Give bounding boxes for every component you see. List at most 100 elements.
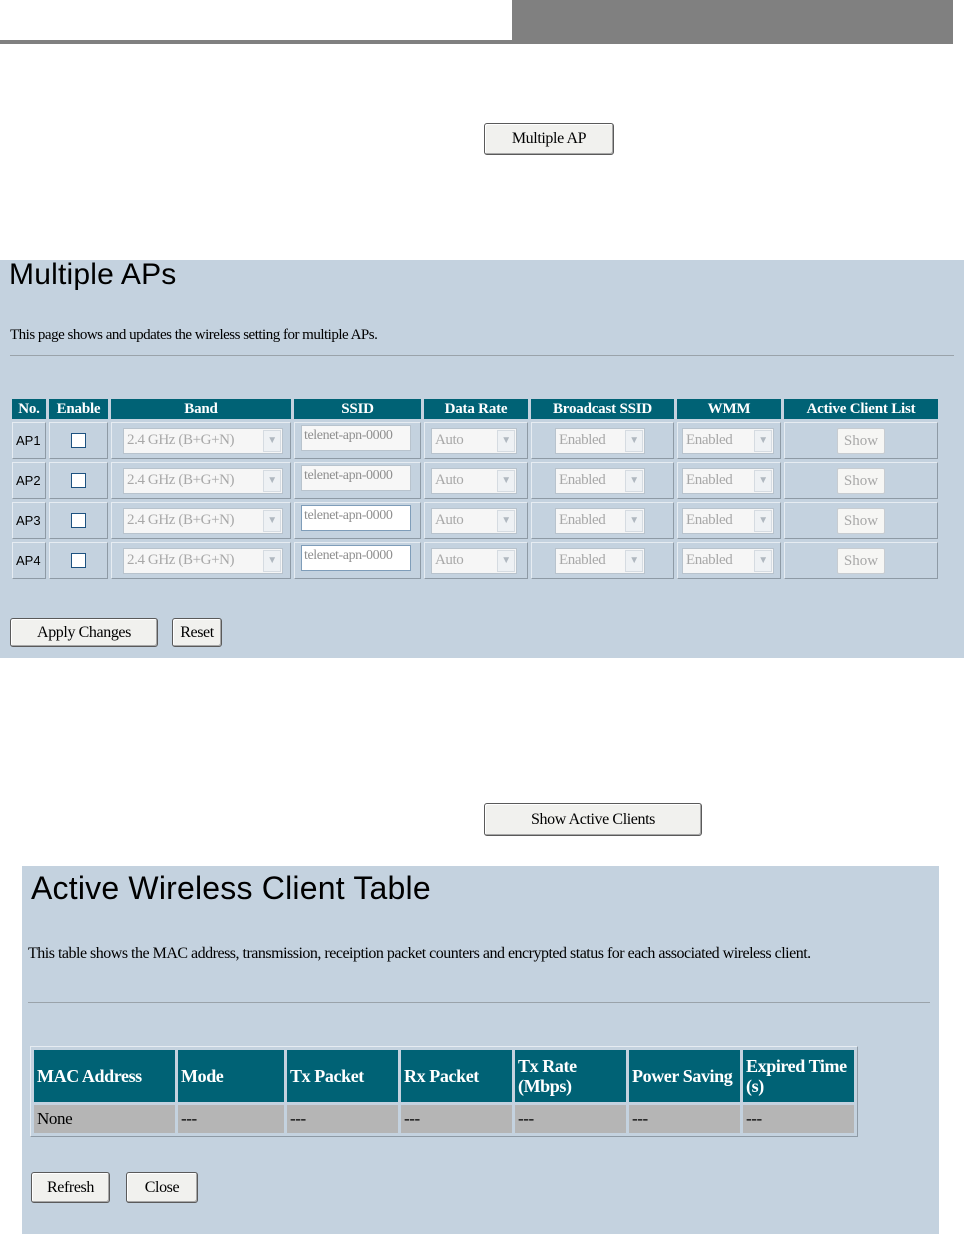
col-broadcast-ssid: Broadcast SSID bbox=[531, 399, 674, 419]
wmm-value: Enabled bbox=[686, 472, 733, 488]
chevron-down-icon: ▼ bbox=[497, 469, 515, 492]
enable-cell bbox=[49, 422, 108, 459]
ap-number: AP1 bbox=[12, 422, 46, 459]
active-client-panel: Active Wireless Client Table This table … bbox=[22, 866, 939, 1234]
page-description: This page shows and updates the wireless… bbox=[10, 327, 378, 343]
client-table-title: Active Wireless Client Table bbox=[31, 870, 431, 906]
client-table-header-row: MAC Address Mode Tx Packet Rx Packet Tx … bbox=[34, 1050, 854, 1102]
ssid-cell: telenet-apn-0000 bbox=[294, 422, 421, 459]
chevron-down-icon: ▼ bbox=[625, 429, 643, 452]
chevron-down-icon: ▼ bbox=[754, 469, 772, 492]
data-rate-cell: Auto ▼ bbox=[424, 422, 528, 459]
wmm-cell: Enabled ▼ bbox=[677, 542, 781, 579]
chevron-down-icon: ▼ bbox=[263, 549, 281, 572]
col-power-saving: Power Saving bbox=[629, 1050, 740, 1102]
ssid-cell: telenet-apn-0000 bbox=[294, 542, 421, 579]
ssid-input[interactable]: telenet-apn-0000 bbox=[301, 425, 411, 451]
mode-value: --- bbox=[178, 1105, 284, 1133]
wmm-value: Enabled bbox=[686, 432, 733, 448]
ap-number: AP2 bbox=[12, 462, 46, 499]
col-ssid: SSID bbox=[294, 399, 421, 419]
band-cell: 2.4 GHz (B+G+N) ▼ bbox=[111, 422, 291, 459]
band-value: 2.4 GHz (B+G+N) bbox=[127, 432, 235, 448]
wmm-select[interactable]: Enabled ▼ bbox=[682, 427, 774, 454]
wmm-select[interactable]: Enabled ▼ bbox=[682, 467, 774, 494]
enable-cell bbox=[49, 542, 108, 579]
enable-checkbox[interactable] bbox=[71, 433, 86, 448]
chevron-down-icon: ▼ bbox=[625, 509, 643, 532]
chevron-down-icon: ▼ bbox=[497, 549, 515, 572]
enable-cell bbox=[49, 462, 108, 499]
ssid-cell: telenet-apn-0000 bbox=[294, 462, 421, 499]
multiple-aps-panel: Multiple APs This page shows and updates… bbox=[0, 258, 964, 658]
data-rate-cell: Auto ▼ bbox=[424, 502, 528, 539]
col-mac-address: MAC Address bbox=[34, 1050, 175, 1102]
apply-changes-button[interactable]: Apply Changes bbox=[10, 618, 158, 647]
reset-button[interactable]: Reset bbox=[172, 618, 222, 647]
ap-number: AP4 bbox=[12, 542, 46, 579]
expired-time-value: --- bbox=[743, 1105, 854, 1133]
ssid-input[interactable]: telenet-apn-0000 bbox=[301, 465, 411, 491]
table-row: None --- --- --- --- --- --- bbox=[34, 1105, 854, 1133]
show-clients-button[interactable]: Show bbox=[837, 507, 885, 534]
col-data-rate: Data Rate bbox=[424, 399, 528, 419]
refresh-button[interactable]: Refresh bbox=[31, 1172, 110, 1203]
close-button[interactable]: Close bbox=[126, 1172, 198, 1203]
data-rate-select[interactable]: Auto ▼ bbox=[431, 467, 517, 494]
band-select[interactable]: 2.4 GHz (B+G+N) ▼ bbox=[123, 507, 283, 534]
broadcast-ssid-select[interactable]: Enabled ▼ bbox=[555, 507, 645, 534]
multiple-ap-button[interactable]: Multiple AP bbox=[484, 123, 614, 155]
broadcast-ssid-select[interactable]: Enabled ▼ bbox=[555, 467, 645, 494]
tx-rate-value: --- bbox=[515, 1105, 626, 1133]
band-value: 2.4 GHz (B+G+N) bbox=[127, 512, 235, 528]
show-active-clients-button[interactable]: Show Active Clients bbox=[484, 803, 702, 836]
broadcast-ssid-value: Enabled bbox=[559, 432, 606, 448]
table-row: AP2 2.4 GHz (B+G+N) ▼ telenet-apn-0000 Au… bbox=[12, 462, 938, 499]
data-rate-value: Auto bbox=[435, 512, 464, 528]
wmm-select[interactable]: Enabled ▼ bbox=[682, 507, 774, 534]
chevron-down-icon: ▼ bbox=[497, 509, 515, 532]
chevron-down-icon: ▼ bbox=[754, 509, 772, 532]
broadcast-ssid-select[interactable]: Enabled ▼ bbox=[555, 547, 645, 574]
data-rate-select[interactable]: Auto ▼ bbox=[431, 427, 517, 454]
band-value: 2.4 GHz (B+G+N) bbox=[127, 472, 235, 488]
chevron-down-icon: ▼ bbox=[263, 509, 281, 532]
chevron-down-icon: ▼ bbox=[625, 549, 643, 572]
col-enable: Enable bbox=[49, 399, 108, 419]
page-title: Multiple APs bbox=[9, 258, 177, 291]
band-select[interactable]: 2.4 GHz (B+G+N) ▼ bbox=[123, 427, 283, 454]
wmm-select[interactable]: Enabled ▼ bbox=[682, 547, 774, 574]
show-clients-button[interactable]: Show bbox=[837, 467, 885, 494]
broadcast-ssid-select[interactable]: Enabled ▼ bbox=[555, 427, 645, 454]
band-cell: 2.4 GHz (B+G+N) ▼ bbox=[111, 462, 291, 499]
show-clients-button[interactable]: Show bbox=[837, 427, 885, 454]
data-rate-select[interactable]: Auto ▼ bbox=[431, 547, 517, 574]
chevron-down-icon: ▼ bbox=[754, 429, 772, 452]
chevron-down-icon: ▼ bbox=[497, 429, 515, 452]
data-rate-select[interactable]: Auto ▼ bbox=[431, 507, 517, 534]
band-select[interactable]: 2.4 GHz (B+G+N) ▼ bbox=[123, 467, 283, 494]
band-select[interactable]: 2.4 GHz (B+G+N) ▼ bbox=[123, 547, 283, 574]
ssid-input[interactable]: telenet-apn-0000 bbox=[301, 545, 411, 571]
enable-checkbox[interactable] bbox=[71, 473, 86, 488]
col-expired-time: Expired Time (s) bbox=[743, 1050, 854, 1102]
show-clients-button[interactable]: Show bbox=[837, 547, 885, 574]
chevron-down-icon: ▼ bbox=[263, 469, 281, 492]
data-rate-value: Auto bbox=[435, 432, 464, 448]
table-row: AP3 2.4 GHz (B+G+N) ▼ telenet-apn-0000 Au… bbox=[12, 502, 938, 539]
divider bbox=[28, 1002, 930, 1003]
enable-checkbox[interactable] bbox=[71, 513, 86, 528]
rx-packet-value: --- bbox=[401, 1105, 512, 1133]
client-table: MAC Address Mode Tx Packet Rx Packet Tx … bbox=[30, 1046, 858, 1137]
wmm-cell: Enabled ▼ bbox=[677, 422, 781, 459]
divider bbox=[10, 355, 954, 356]
wmm-cell: Enabled ▼ bbox=[677, 462, 781, 499]
band-cell: 2.4 GHz (B+G+N) ▼ bbox=[111, 502, 291, 539]
client-list-cell: Show bbox=[784, 462, 938, 499]
enable-checkbox[interactable] bbox=[71, 553, 86, 568]
wmm-value: Enabled bbox=[686, 512, 733, 528]
wmm-cell: Enabled ▼ bbox=[677, 502, 781, 539]
ssid-input[interactable]: telenet-apn-0000 bbox=[301, 505, 411, 531]
broadcast-ssid-cell: Enabled ▼ bbox=[531, 462, 674, 499]
col-wmm: WMM bbox=[677, 399, 781, 419]
